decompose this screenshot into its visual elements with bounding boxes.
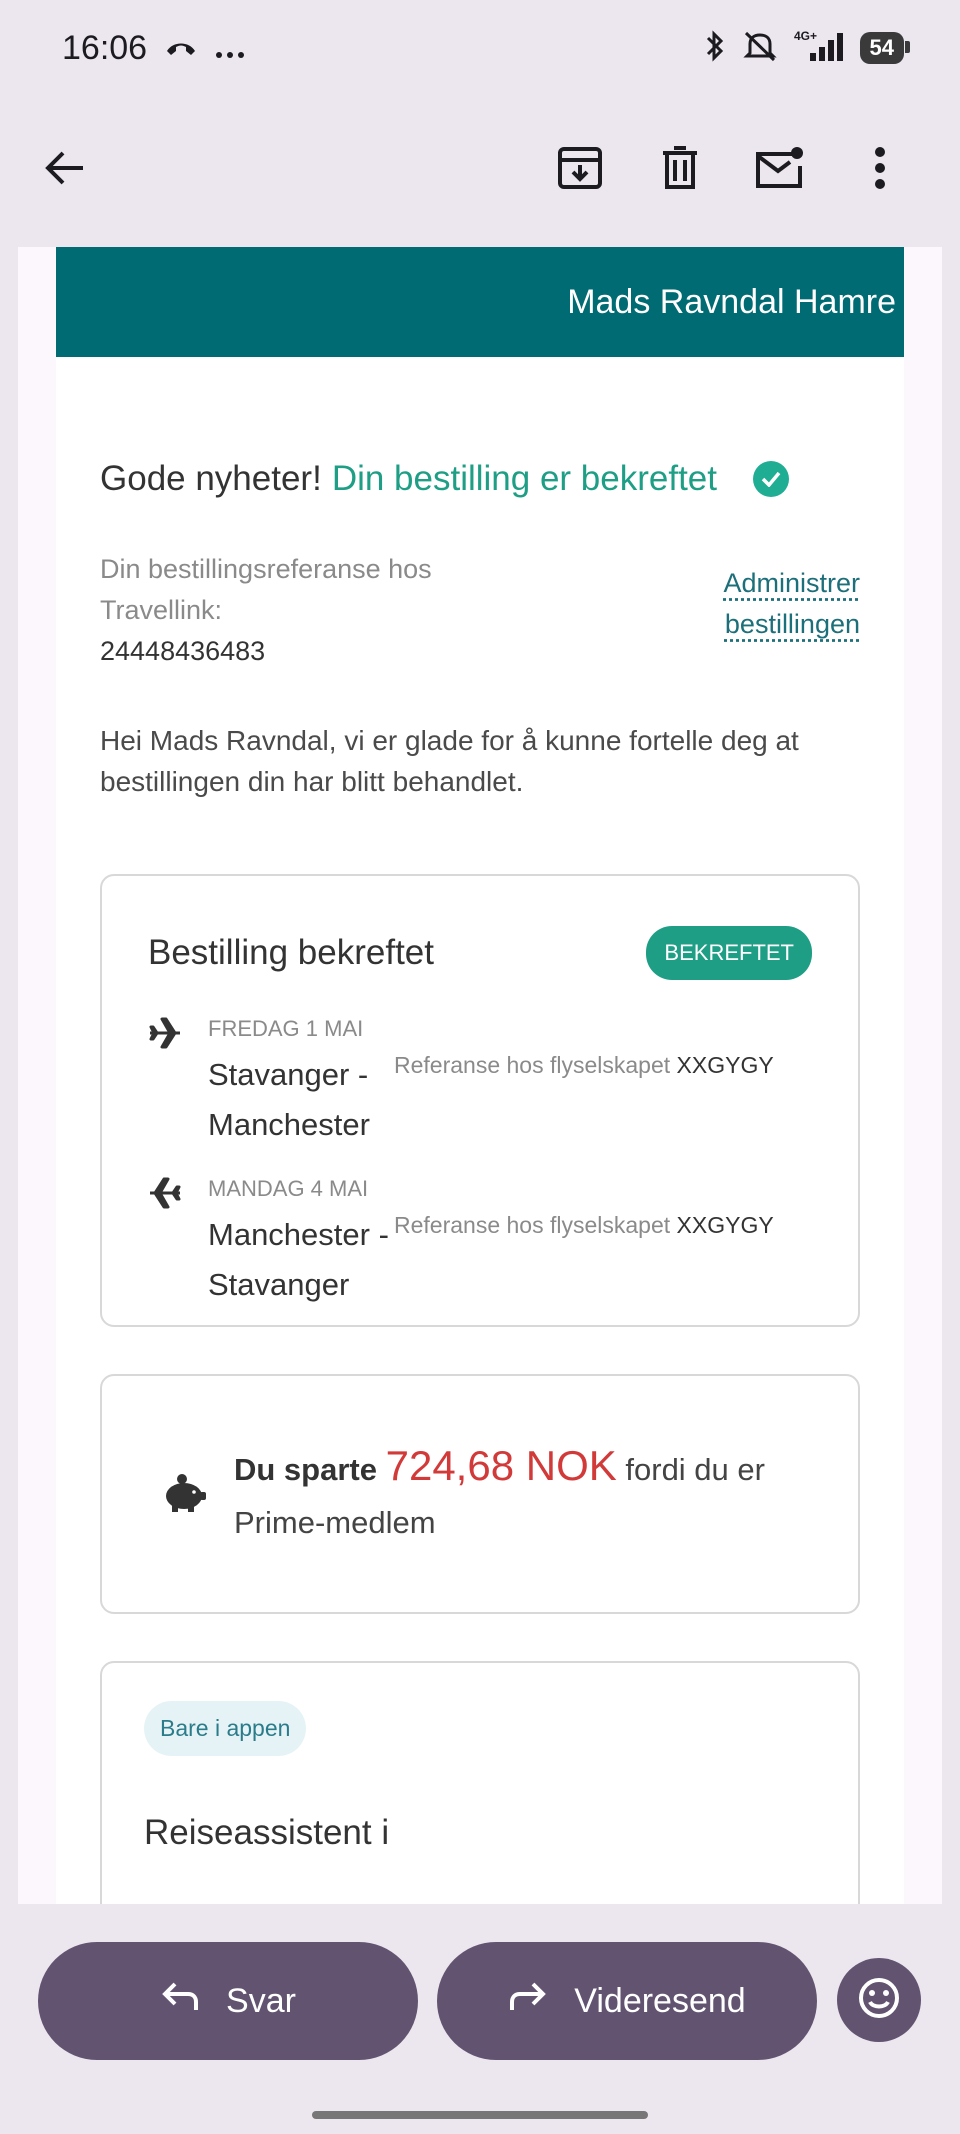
- airplane-return-icon: [148, 1174, 208, 1310]
- mark-unread-icon: [754, 146, 806, 195]
- email-inner: Gode nyheter! Din bestilling er bekrefte…: [56, 459, 904, 1904]
- savings-card: Du sparte 724,68 NOK fordi du er Prime-m…: [100, 1374, 860, 1614]
- flight-route: Manchester - Stavanger: [208, 1217, 389, 1302]
- app-only-pill: Bare i appen: [144, 1701, 307, 1756]
- manage-booking-link[interactable]: Administrer bestillingen: [690, 563, 860, 672]
- delete-button[interactable]: [630, 120, 730, 220]
- more-vert-icon: [874, 146, 886, 194]
- app-card-title: Reiseassistent i: [144, 1813, 390, 1852]
- airline-reference-code: XXGYGY: [676, 1052, 774, 1078]
- airline-reference: Referanse hos flyselskapet XXGYGY: [394, 1212, 774, 1310]
- more-options-button[interactable]: [830, 120, 930, 220]
- forward-label: Videresend: [574, 1981, 746, 2020]
- check-circle-icon: [753, 461, 790, 497]
- email-viewport[interactable]: Mads Ravndal Hamre Gode nyheter! Din bes…: [18, 247, 942, 1904]
- app-only-card: Bare i appen Reiseassistent i: [100, 1661, 860, 1904]
- archive-button[interactable]: [530, 120, 630, 220]
- flight-item-outbound: FREDAG 1 MAI Stavanger - Manchester Refe…: [148, 1014, 812, 1150]
- email-body: Mads Ravndal Hamre Gode nyheter! Din bes…: [56, 247, 904, 1904]
- status-bar: 16:06 4G+ 54: [0, 0, 960, 96]
- reference-label: Din bestillingsreferanse hos Travellink:: [100, 554, 432, 625]
- piggy-bank-icon: [162, 1472, 206, 1517]
- savings-amount: 724,68 NOK: [385, 1442, 617, 1489]
- signal-icon: 4G+: [794, 29, 844, 68]
- flight-info: MANDAG 4 MAI Manchester - Stavanger: [208, 1174, 394, 1310]
- forward-button[interactable]: Videresend: [437, 1942, 817, 2060]
- emoji-reaction-button[interactable]: [837, 1958, 921, 2042]
- more-notifications-icon: [215, 29, 245, 68]
- airplane-departure-icon: [148, 1014, 208, 1150]
- headline-status: Din bestilling er bekreftet: [331, 459, 718, 498]
- flight-info: FREDAG 1 MAI Stavanger - Manchester: [208, 1014, 394, 1150]
- bottom-action-bar: Svar Videresend: [0, 1904, 960, 2134]
- missed-call-icon: [165, 29, 197, 68]
- network-type-label: 4G+: [794, 29, 817, 43]
- reply-label: Svar: [226, 1981, 296, 2020]
- greeting-text: Hei Mads Ravndal, vi er glade for å kunn…: [100, 725, 799, 797]
- smiley-icon: [857, 1976, 901, 2025]
- archive-icon: [556, 145, 604, 196]
- flight-date: FREDAG 1 MAI: [208, 1016, 364, 1041]
- mark-unread-button[interactable]: [730, 120, 830, 220]
- status-time: 16:06: [62, 28, 148, 67]
- savings-text: Du sparte 724,68 NOK fordi du er Prime-m…: [234, 1439, 858, 1549]
- reply-button[interactable]: Svar: [38, 1942, 418, 2060]
- status-badge: BEKREFTET: [646, 926, 812, 980]
- back-button[interactable]: [30, 120, 100, 220]
- status-left: 16:06: [62, 29, 245, 68]
- booking-confirmed-card: Bestilling bekreftet BEKREFTET FREDAG 1 …: [100, 874, 860, 1327]
- airline-reference-label: Referanse hos flyselskapet: [394, 1052, 671, 1078]
- airline-reference: Referanse hos flyselskapet XXGYGY: [394, 1052, 774, 1150]
- gesture-home-bar[interactable]: [312, 2111, 648, 2119]
- status-right: 4G+ 54: [704, 29, 911, 68]
- flight-route: Stavanger - Manchester: [208, 1057, 370, 1142]
- forward-icon: [508, 1980, 548, 2023]
- airline-reference-code: XXGYGY: [676, 1212, 774, 1238]
- booking-reference-row: Din bestillingsreferanse hos Travellink:…: [100, 549, 860, 672]
- flight-item-return: MANDAG 4 MAI Manchester - Stavanger Refe…: [148, 1174, 812, 1310]
- flight-date: MANDAG 4 MAI: [208, 1176, 369, 1201]
- banner-name: Mads Ravndal Hamre: [567, 282, 896, 321]
- confirmation-headline: Gode nyheter! Din bestilling er bekrefte…: [100, 459, 860, 499]
- delete-icon: [660, 145, 700, 196]
- booking-reference: Din bestillingsreferanse hos Travellink:…: [100, 549, 480, 672]
- reference-number: 24448436483: [100, 636, 266, 666]
- email-banner: Mads Ravndal Hamre: [56, 247, 904, 357]
- headline-prefix: Gode nyheter!: [100, 459, 322, 498]
- booking-card-header: Bestilling bekreftet BEKREFTET: [148, 926, 812, 980]
- email-toolbar: [0, 110, 960, 230]
- bluetooth-icon: [704, 29, 726, 68]
- reply-icon: [160, 1980, 200, 2023]
- savings-prefix: Du sparte: [234, 1452, 377, 1487]
- back-arrow-icon: [43, 148, 87, 193]
- airline-reference-label: Referanse hos flyselskapet: [394, 1212, 671, 1238]
- booking-card-title: Bestilling bekreftet: [148, 933, 434, 972]
- battery-indicator: 54: [859, 32, 911, 64]
- mute-icon: [742, 29, 778, 68]
